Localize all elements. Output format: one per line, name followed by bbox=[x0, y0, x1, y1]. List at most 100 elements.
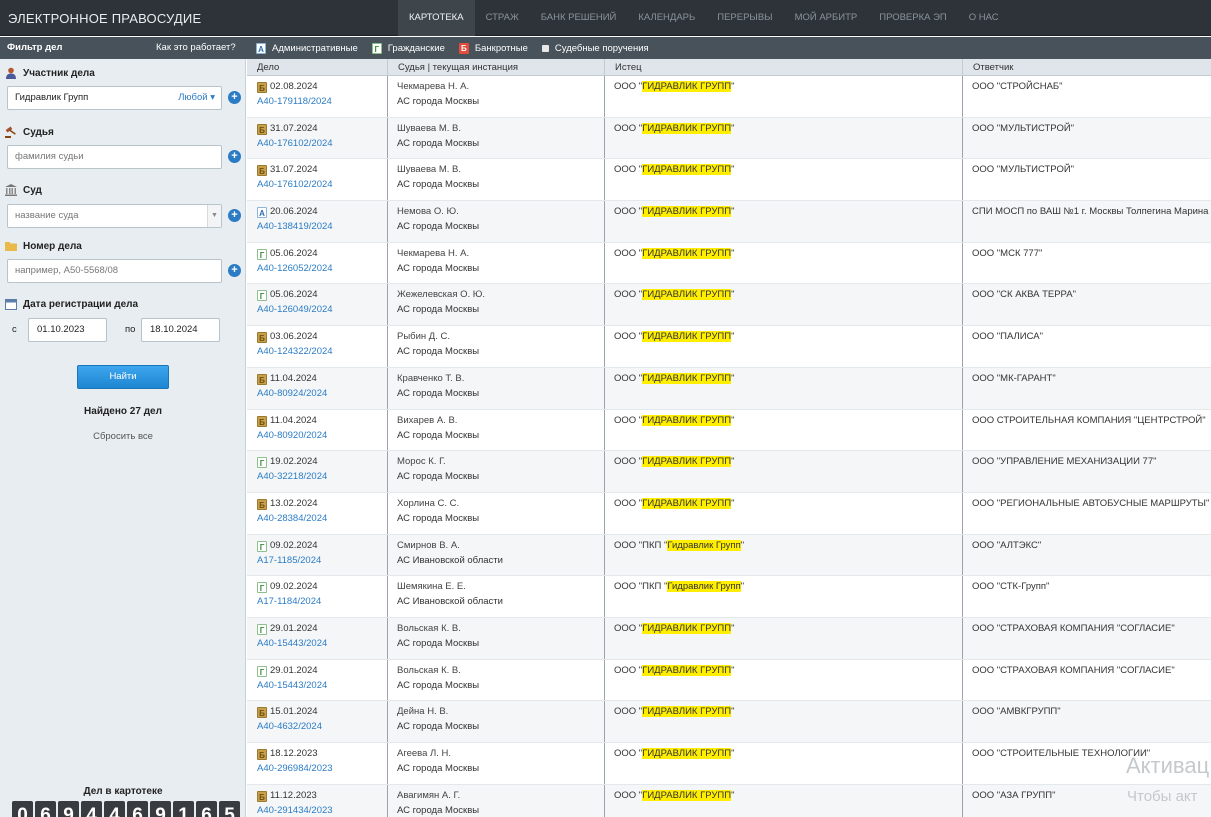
chevron-down-icon[interactable]: ▼ bbox=[207, 205, 221, 227]
case-number-link[interactable]: А40-80924/2024 bbox=[257, 388, 327, 399]
judge-name: Смирнов В. А. bbox=[397, 539, 460, 551]
plaintiff-prefix: ООО " bbox=[614, 81, 643, 92]
participant-input[interactable]: Гидравлик Групп Любой ▾ bbox=[7, 86, 222, 110]
administrative-icon: A bbox=[256, 42, 266, 54]
case-type-icon: Б bbox=[257, 123, 267, 135]
judge-name: Рыбин Д. С. bbox=[397, 331, 451, 343]
table-row: Б 13.02.2024 А40-28384/2024 Хорлина С. С. АС… bbox=[247, 492, 1211, 535]
judge-label-text: Судья bbox=[23, 126, 54, 138]
header-judge[interactable]: Судья | текущая инстанция bbox=[388, 59, 605, 75]
case-cell: Г 09.02.2024 А17-1185/2024 bbox=[247, 534, 388, 576]
nav-item-1[interactable]: СТРАЖ bbox=[475, 0, 530, 36]
plaintiff-name: ООО "ГИДРАВЛИК ГРУПП" bbox=[614, 331, 734, 343]
plaintiff-name: ООО "ГИДРАВЛИК ГРУПП" bbox=[614, 789, 735, 801]
table-row: Г 05.06.2024 А40-126052/2024 Чекмарева Н. А… bbox=[247, 242, 1211, 285]
case-number-input[interactable]: например, А50-5568/08 bbox=[7, 259, 222, 283]
case-number-link[interactable]: А40-32218/2024 bbox=[257, 471, 327, 482]
plaintiff-suffix: " bbox=[731, 789, 735, 801]
plaintiff-name: ООО "ГИДРАВЛИК ГРУПП" bbox=[614, 372, 735, 384]
case-type-icon: Г bbox=[257, 248, 267, 260]
nav-item-0[interactable]: КАРТОТЕКА bbox=[398, 0, 475, 36]
nav-item-3[interactable]: КАЛЕНДАРЬ bbox=[627, 0, 706, 36]
plaintiff-cell: ООО "ГИДРАВЛИК ГРУПП" bbox=[605, 743, 963, 784]
case-cell: Б 15.01.2024 А40-4632/2024 bbox=[247, 701, 388, 742]
case-number-link[interactable]: А40-296984/2023 bbox=[257, 763, 333, 774]
reset-all-link[interactable]: Сбросить все bbox=[0, 431, 246, 442]
case-type-icon: Б bbox=[257, 165, 267, 177]
nav-item-6[interactable]: ПРОВЕРКА ЭП bbox=[868, 0, 958, 36]
table-row: Б 31.07.2024 А40-176102/2024 Шуваева М. В. А… bbox=[247, 159, 1211, 202]
table-row: Б 02.08.2024 А40-179118/2024 Чекмарева Н. А… bbox=[247, 76, 1211, 118]
plaintiff-suffix: " bbox=[731, 497, 735, 509]
case-number-link[interactable]: А40-176102/2024 bbox=[257, 138, 333, 149]
case-number-link[interactable]: А40-15443/2024 bbox=[257, 680, 327, 691]
counter-digit: 6 bbox=[35, 801, 56, 817]
case-number-link[interactable]: А40-138419/2024 bbox=[257, 221, 333, 232]
table-body: Б 02.08.2024 А40-179118/2024 Чекмарева Н. А… bbox=[247, 76, 1211, 817]
case-number-link[interactable]: А40-126052/2024 bbox=[257, 263, 333, 274]
plaintiff-suffix: " bbox=[731, 372, 735, 384]
case-number-link[interactable]: А40-15443/2024 bbox=[257, 638, 327, 649]
nav-item-4[interactable]: ПЕРЕРЫВЫ bbox=[706, 0, 783, 36]
filter-title: Фильтр дел bbox=[7, 42, 63, 53]
add-judge-button[interactable]: + bbox=[228, 150, 241, 163]
defendant-name: ООО "СТРОЙСНАБ" bbox=[972, 81, 1063, 92]
find-button[interactable]: Найти bbox=[77, 365, 169, 389]
nav-item-2[interactable]: БАНК РЕШЕНИЙ bbox=[530, 0, 628, 36]
case-type-filter-1[interactable]: Г Гражданские bbox=[371, 42, 445, 54]
plaintiff-suffix: " bbox=[731, 622, 735, 634]
court-name: АС Ивановской области bbox=[397, 554, 503, 566]
plaintiff-prefix: ООО " bbox=[614, 206, 643, 218]
case-type-filter-0[interactable]: A Административные bbox=[256, 42, 358, 54]
add-participant-button[interactable]: + bbox=[228, 91, 241, 104]
case-number-link[interactable]: А40-291434/2023 bbox=[257, 805, 333, 816]
windows-activation-watermark-sub: Чтобы акт bbox=[1127, 788, 1198, 805]
plaintiff-highlight: ГИДРАВЛИК ГРУПП bbox=[642, 164, 732, 176]
date-from-input[interactable]: 01.10.2023 bbox=[28, 318, 107, 342]
plaintiff-cell: ООО "ГИДРАВЛИК ГРУПП" bbox=[605, 451, 963, 492]
case-type-icon: Г bbox=[257, 623, 267, 635]
participant-role-select[interactable]: Любой ▾ bbox=[178, 87, 215, 109]
add-court-button[interactable]: + bbox=[228, 209, 241, 222]
court-select[interactable]: название суда ▼ bbox=[7, 204, 222, 228]
case-cell: Б 31.07.2024 А40-176102/2024 bbox=[247, 159, 388, 201]
case-number-link[interactable]: А40-28384/2024 bbox=[257, 513, 327, 524]
case-number-link[interactable]: А17-1185/2024 bbox=[257, 555, 321, 566]
case-type-icon: Г bbox=[257, 582, 267, 594]
header-plaintiff[interactable]: Истец bbox=[605, 59, 963, 75]
date-to-input[interactable]: 18.10.2024 bbox=[141, 318, 220, 342]
participant-value: Гидравлик Групп bbox=[15, 92, 89, 103]
defendant-name: СПИ МОСП по ВАШ №1 г. Москвы Толпегина М… bbox=[972, 206, 1209, 218]
case-type-filter-3[interactable]: Судебные поручения bbox=[541, 43, 649, 54]
nav-item-5[interactable]: МОЙ АРБИТР bbox=[784, 0, 869, 36]
judge-cell: Хорлина С. С. АС города Москвы bbox=[388, 492, 605, 534]
plaintiff-prefix: ООО " bbox=[614, 497, 643, 509]
plaintiff-suffix: " bbox=[731, 206, 735, 218]
plaintiff-suffix: " bbox=[731, 706, 735, 718]
participant-label: Участник дела bbox=[5, 67, 95, 79]
court-name: АС города Москвы bbox=[397, 96, 480, 107]
judge-input[interactable]: фамилия судьи bbox=[7, 145, 222, 169]
judge-cell: Жежелевская О. Ю. АС города Москвы bbox=[388, 284, 605, 326]
case-type-icon: Г bbox=[257, 290, 267, 302]
table-row: Б 31.07.2024 А40-176102/2024 Шуваева М. В. А… bbox=[247, 117, 1211, 160]
case-number-link[interactable]: А40-4632/2024 bbox=[257, 721, 322, 732]
case-cell: Б 11.04.2024 А40-80924/2024 bbox=[247, 367, 388, 409]
defendant-name: ООО "АЗА ГРУПП" bbox=[972, 789, 1056, 801]
site-logo-text[interactable]: ЭЛЕКТРОННОЕ ПРАВОСУДИЕ bbox=[8, 11, 201, 26]
how-it-works-link[interactable]: Как это работает? bbox=[156, 42, 236, 53]
case-number-link[interactable]: А40-126049/2024 bbox=[257, 304, 333, 315]
case-number-link[interactable]: А40-124322/2024 bbox=[257, 346, 333, 357]
court-name: АС города Москвы bbox=[397, 512, 480, 524]
header-case[interactable]: Дело bbox=[247, 59, 388, 75]
add-case-number-button[interactable]: + bbox=[228, 264, 241, 277]
case-number-link[interactable]: А40-179118/2024 bbox=[257, 96, 332, 107]
nav-item-7[interactable]: О НАС bbox=[958, 0, 1010, 36]
courthouse-icon bbox=[5, 184, 17, 196]
case-number-link[interactable]: А40-176102/2024 bbox=[257, 179, 333, 190]
case-date: 09.02.2024 bbox=[270, 539, 318, 551]
case-number-link[interactable]: А17-1184/2024 bbox=[257, 596, 321, 607]
case-number-link[interactable]: А40-80920/2024 bbox=[257, 430, 327, 441]
header-defendant[interactable]: Ответчик bbox=[963, 59, 1211, 75]
case-type-filter-2[interactable]: Б Банкротные bbox=[458, 42, 528, 54]
